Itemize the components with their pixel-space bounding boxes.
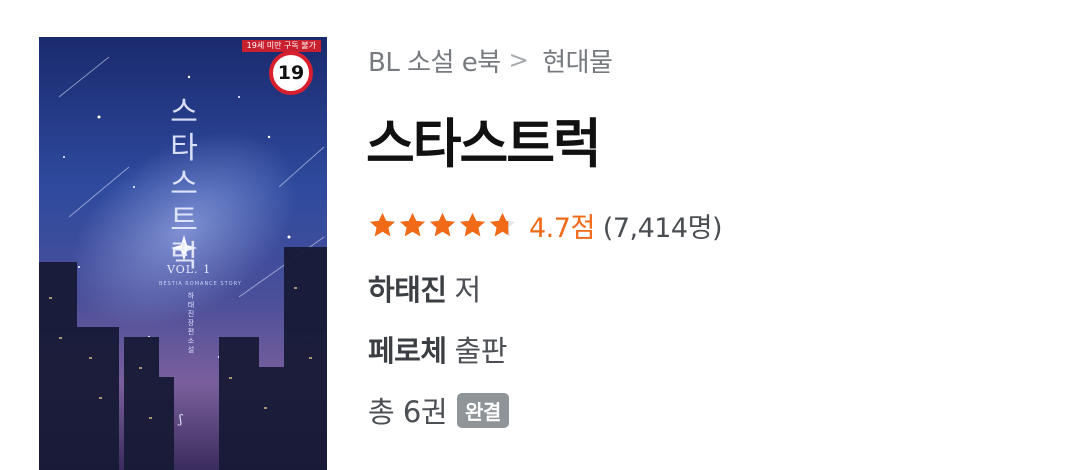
book-cover[interactable]: 19세 미만 구독 불가 19 스타스트럭 VOL. 1 BESTIA ROMA… xyxy=(39,37,327,470)
cover-title: 스타스트럭 xyxy=(170,95,198,274)
star-rating xyxy=(368,211,517,240)
star-icon xyxy=(369,212,396,236)
cover-subtitle: BESTIA ROMANCE STORY xyxy=(159,281,242,287)
star-icon xyxy=(459,212,486,236)
age-19-badge: 19 xyxy=(269,51,313,95)
star-icon xyxy=(399,212,426,236)
author-link[interactable]: 하태진 xyxy=(368,267,447,309)
star-icon xyxy=(489,212,516,236)
volume-row: 총 6권 완결 xyxy=(368,390,509,430)
rating-row: 4.7점 (7,414명) xyxy=(368,205,722,245)
author-suffix: 저 xyxy=(454,273,482,307)
rating-count: (7,414명) xyxy=(602,212,723,244)
publisher-suffix: 출판 xyxy=(454,334,508,368)
publisher-row: 페로체 출판 xyxy=(368,329,507,369)
publisher-link[interactable]: 페로체 xyxy=(368,328,447,370)
completed-badge: 완결 xyxy=(457,392,509,428)
rating-score: 4.7점 xyxy=(529,212,595,244)
chevron-right-icon: > xyxy=(508,46,529,74)
breadcrumb-category-link[interactable]: BL 소설 e북 xyxy=(368,42,501,79)
age-restriction-banner: 19세 미만 구독 불가 xyxy=(241,40,321,52)
cover-author: 하태진 장편소설 xyxy=(187,292,195,354)
author-row: 하태진 저 xyxy=(368,268,481,308)
volume-count: 총 6권 xyxy=(368,395,448,429)
breadcrumb: BL 소설 e북 > 현대물 xyxy=(368,42,613,79)
breadcrumb-genre-link[interactable]: 현대물 xyxy=(542,42,613,79)
star-icon xyxy=(429,212,456,236)
publisher-logo-icon: ʃ xyxy=(179,412,183,426)
book-title: 스타스트럭 xyxy=(366,114,602,175)
cover-volume: VOL. 1 xyxy=(167,263,212,276)
